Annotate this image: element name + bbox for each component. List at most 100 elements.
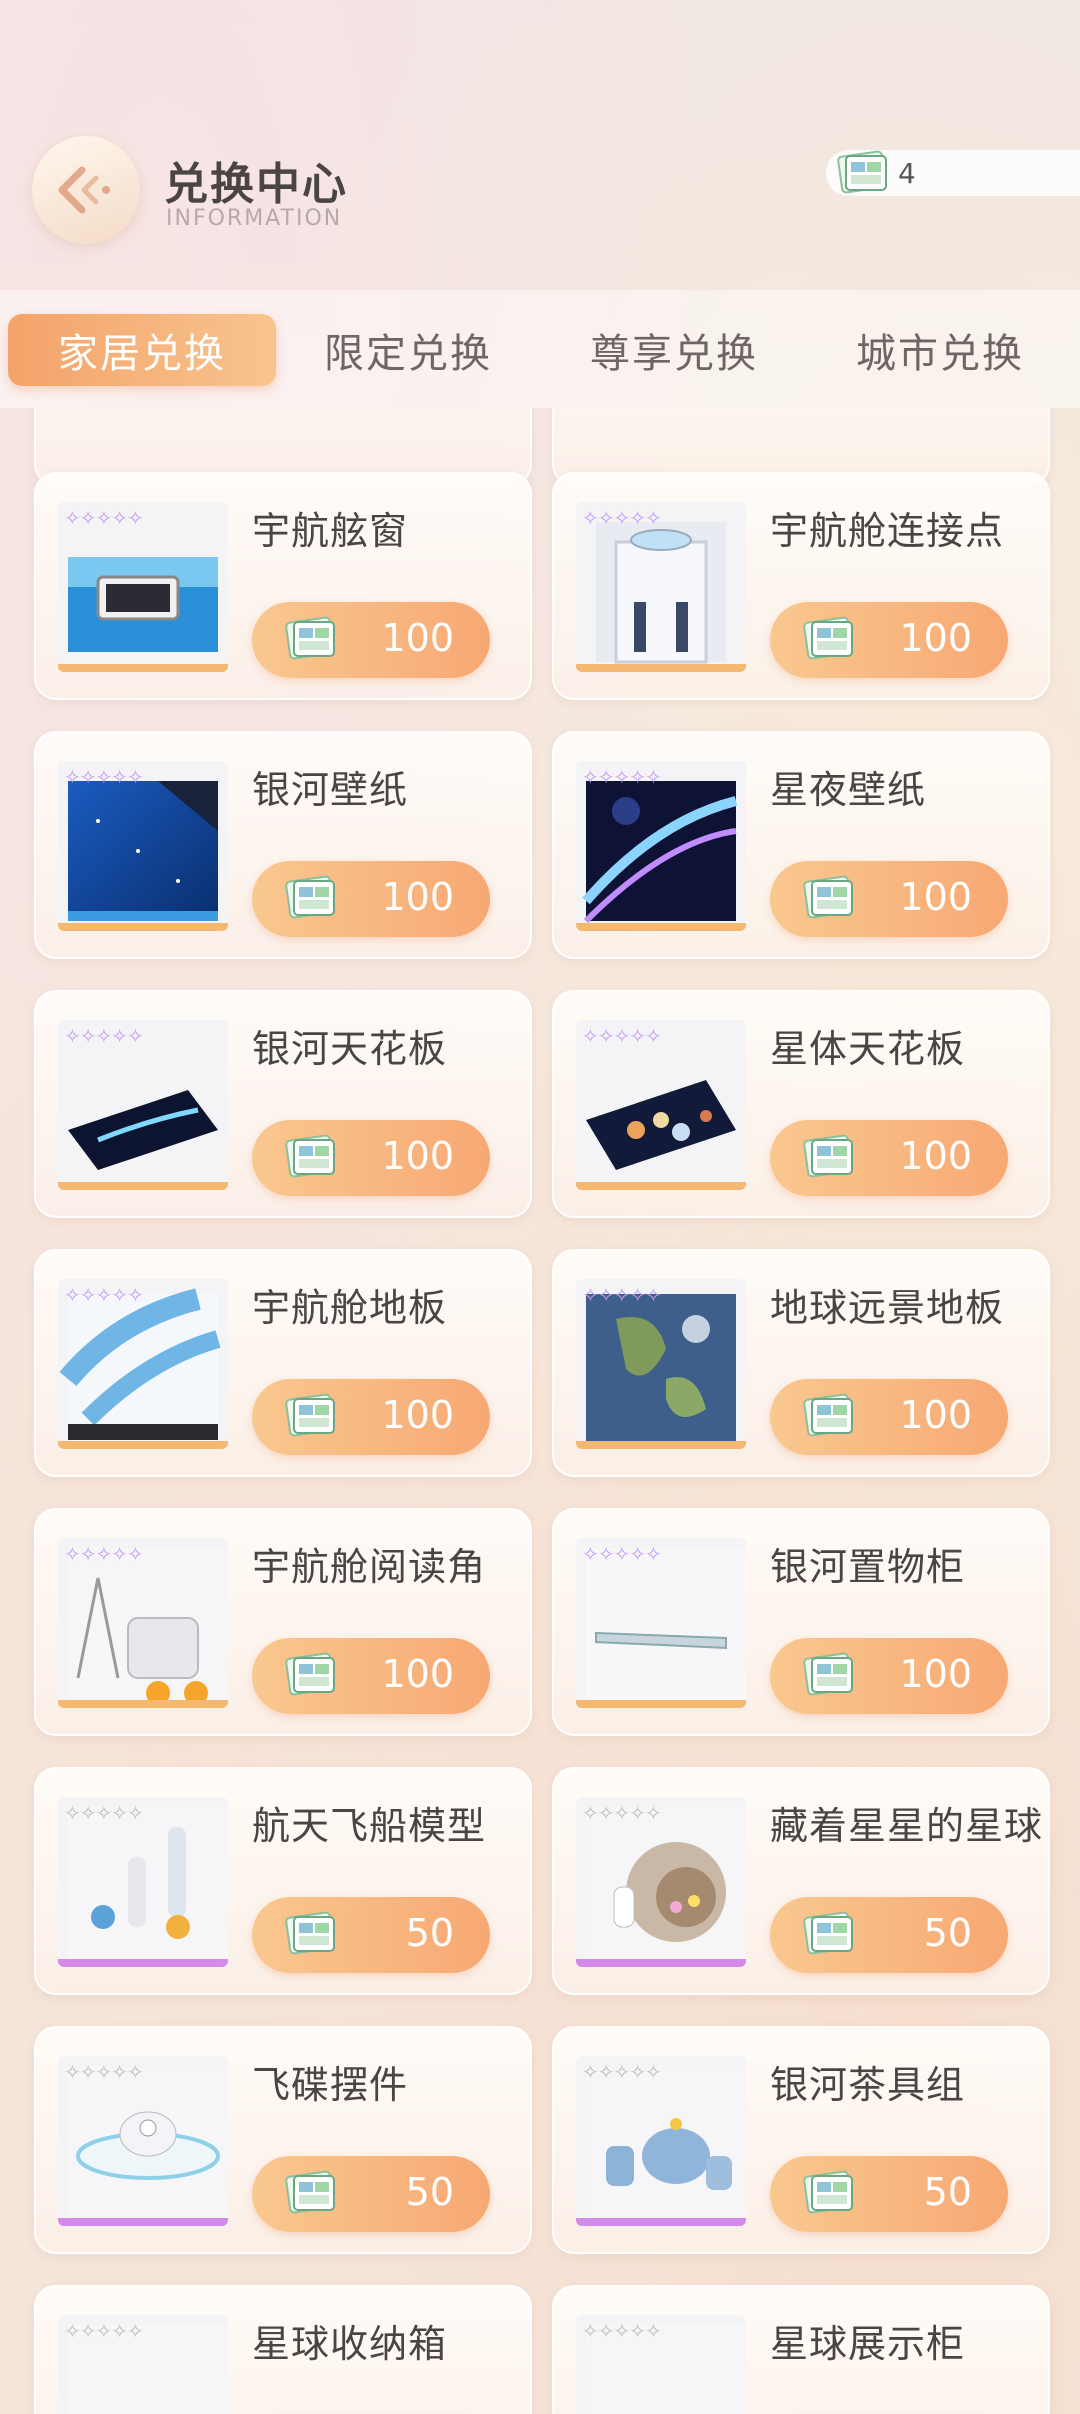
item-card[interactable]: ✧✧✧✧✧ 宇航舱连接点 100 — [552, 472, 1050, 700]
item-card[interactable]: ✧✧✧✧✧ 宇航舱地板 100 — [34, 1249, 532, 1477]
item-thumbnail: ✧✧✧✧✧ — [58, 1020, 228, 1190]
item-card[interactable]: ✧✧✧✧✧ 星球展示柜 — [552, 2285, 1050, 2414]
exchange-button[interactable]: 100 — [770, 1379, 1008, 1455]
item-name: 星球展示柜 — [770, 2322, 966, 2366]
item-price: 100 — [381, 1134, 454, 1178]
exchange-button[interactable]: 50 — [770, 2156, 1008, 2232]
item-card[interactable]: ✧✧✧✧✧ 银河天花板 100 — [34, 990, 532, 1218]
tab-premium-exchange[interactable]: 尊享兑换 — [556, 314, 792, 386]
item-card[interactable]: ✧✧✧✧✧ 银河置物柜 100 — [552, 1508, 1050, 1736]
item-card[interactable]: ✧✧✧✧✧ 星夜壁纸 100 — [552, 731, 1050, 959]
ticket-icon — [803, 2170, 853, 2214]
item-name: 银河茶具组 — [770, 2063, 966, 2107]
item-name: 银河置物柜 — [770, 1545, 966, 1589]
back-arrow-icon — [58, 166, 110, 214]
item-card[interactable]: ✧✧✧✧✧ 藏着星星的星球 50 — [552, 1767, 1050, 1995]
exchange-button[interactable]: 100 — [770, 1638, 1008, 1714]
rarity-stars-icon: ✧✧✧✧✧ — [64, 765, 144, 789]
item-thumbnail: ✧✧✧✧✧ — [58, 2315, 228, 2414]
ticket-icon — [803, 616, 853, 660]
rarity-bar — [576, 923, 746, 931]
item-card[interactable]: ✧✧✧✧✧ 星球收纳箱 — [34, 2285, 532, 2414]
item-price: 50 — [923, 2170, 972, 2214]
item-thumbnail: ✧✧✧✧✧ — [576, 2315, 746, 2414]
item-card[interactable]: ✧✧✧✧✧ 银河茶具组 50 — [552, 2026, 1050, 2254]
rarity-bar — [58, 1959, 228, 1967]
item-price: 100 — [381, 616, 454, 660]
rarity-stars-icon: ✧✧✧✧✧ — [582, 2319, 662, 2343]
ticket-icon — [285, 1652, 335, 1696]
exchange-button[interactable]: 100 — [252, 602, 490, 678]
exchange-button[interactable]: 100 — [252, 1638, 490, 1714]
item-card[interactable]: ✧✧✧✧✧ 地球远景地板 100 — [552, 1249, 1050, 1477]
item-card[interactable]: ✧✧✧✧✧ 航天飞船模型 50 — [34, 1767, 532, 1995]
rarity-stars-icon: ✧✧✧✧✧ — [64, 1283, 144, 1307]
item-price: 100 — [899, 1652, 972, 1696]
exchange-button[interactable]: 100 — [770, 602, 1008, 678]
item-name: 飞碟摆件 — [252, 2063, 409, 2107]
exchange-button[interactable]: 100 — [252, 1379, 490, 1455]
item-price: 50 — [923, 1911, 972, 1955]
ticket-icon — [285, 875, 335, 919]
currency-amount: 4 — [898, 157, 916, 190]
item-name: 地球远景地板 — [770, 1286, 1005, 1330]
rarity-stars-icon: ✧✧✧✧✧ — [64, 1024, 144, 1048]
item-price: 100 — [899, 875, 972, 919]
ticket-icon — [803, 875, 853, 919]
item-name: 星体天花板 — [770, 1027, 966, 1071]
item-card[interactable]: ✧✧✧✧✧ 银河壁纸 100 — [34, 731, 532, 959]
item-card[interactable]: ✧✧✧✧✧ 飞碟摆件 50 — [34, 2026, 532, 2254]
item-thumbnail: ✧✧✧✧✧ — [58, 502, 228, 672]
ticket-icon — [285, 616, 335, 660]
item-thumbnail: ✧✧✧✧✧ — [58, 1797, 228, 1967]
rarity-bar — [576, 2218, 746, 2226]
rarity-bar — [576, 1700, 746, 1708]
item-thumbnail: ✧✧✧✧✧ — [58, 761, 228, 931]
item-name: 宇航舱地板 — [252, 1286, 448, 1330]
item-price: 100 — [381, 1393, 454, 1437]
item-thumbnail: ✧✧✧✧✧ — [58, 1279, 228, 1449]
exchange-button[interactable]: 100 — [770, 1120, 1008, 1196]
exchange-button[interactable]: 100 — [252, 861, 490, 937]
ticket-icon — [285, 1911, 335, 1955]
page-title: 兑换中心 — [164, 159, 348, 210]
item-thumbnail: ✧✧✧✧✧ — [576, 1279, 746, 1449]
item-card[interactable]: ✧✧✧✧✧ 星体天花板 100 — [552, 990, 1050, 1218]
tab-home-exchange[interactable]: 家居兑换 — [8, 314, 276, 386]
item-price: 100 — [381, 875, 454, 919]
rarity-bar — [576, 664, 746, 672]
exchange-button[interactable]: 100 — [770, 861, 1008, 937]
rarity-stars-icon: ✧✧✧✧✧ — [582, 1283, 662, 1307]
item-name: 宇航舷窗 — [252, 509, 409, 553]
rarity-bar — [58, 1182, 228, 1190]
item-thumbnail: ✧✧✧✧✧ — [576, 761, 746, 931]
item-price: 100 — [381, 1652, 454, 1696]
exchange-button[interactable]: 50 — [770, 1897, 1008, 1973]
rarity-stars-icon: ✧✧✧✧✧ — [582, 1024, 662, 1048]
exchange-button[interactable]: 50 — [252, 2156, 490, 2232]
tab-limited-exchange[interactable]: 限定兑换 — [290, 314, 526, 386]
rarity-stars-icon: ✧✧✧✧✧ — [64, 1801, 144, 1825]
item-card[interactable]: ✧✧✧✧✧ 宇航舱阅读角 100 — [34, 1508, 532, 1736]
exchange-button[interactable]: 50 — [252, 1897, 490, 1973]
rarity-bar — [576, 1959, 746, 1967]
back-button[interactable] — [32, 136, 140, 244]
rarity-stars-icon: ✧✧✧✧✧ — [582, 1542, 662, 1566]
exchange-button[interactable]: 100 — [252, 1120, 490, 1196]
rarity-bar — [58, 1700, 228, 1708]
item-name: 银河壁纸 — [252, 768, 409, 812]
item-thumbnail: ✧✧✧✧✧ — [58, 2056, 228, 2226]
rarity-stars-icon: ✧✧✧✧✧ — [582, 765, 662, 789]
item-thumbnail: ✧✧✧✧✧ — [576, 1020, 746, 1190]
ticket-icon — [803, 1134, 853, 1178]
tab-city-exchange[interactable]: 城市兑换 — [822, 314, 1058, 386]
item-card[interactable]: ✧✧✧✧✧ 宇航舷窗 100 — [34, 472, 532, 700]
top-bar: 兑换中心 INFORMATION 4 — [0, 0, 1080, 290]
currency-display: 4 — [826, 150, 1080, 196]
ticket-icon — [285, 1393, 335, 1437]
item-name: 航天飞船模型 — [252, 1804, 487, 1848]
rarity-bar — [58, 923, 228, 931]
rarity-bar — [58, 2218, 228, 2226]
rarity-bar — [576, 1182, 746, 1190]
item-name: 宇航舱阅读角 — [252, 1545, 487, 1589]
